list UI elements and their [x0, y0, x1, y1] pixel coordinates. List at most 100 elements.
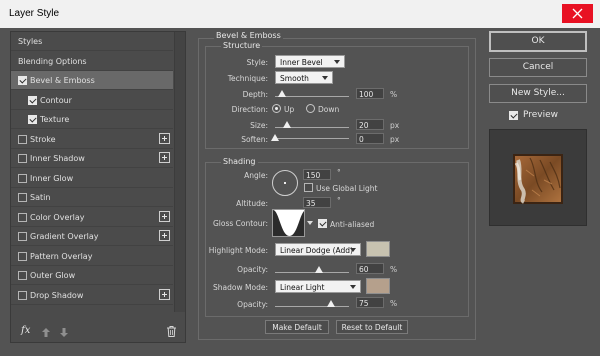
preview-checkbox[interactable]: [509, 111, 518, 120]
style-item-label: Styles: [18, 37, 43, 46]
shadow-color-swatch[interactable]: [366, 278, 390, 294]
angle-wheel[interactable]: [272, 170, 298, 196]
size-input[interactable]: 20: [356, 119, 384, 130]
style-item-pattern-overlay[interactable]: Pattern Overlay: [11, 247, 173, 266]
style-item-styles[interactable]: Styles: [11, 32, 173, 51]
style-item-label: Bevel & Emboss: [30, 76, 95, 85]
angle-input[interactable]: 150: [303, 169, 331, 180]
technique-dropdown-value: Smooth: [280, 73, 309, 83]
add-icon[interactable]: [159, 288, 170, 300]
style-item-checkbox[interactable]: [18, 251, 27, 261]
style-item-blending-options[interactable]: Blending Options: [11, 52, 173, 71]
style-item-satin[interactable]: Satin: [11, 188, 173, 207]
anti-aliased-checkbox[interactable]: [318, 219, 327, 228]
move-up-icon[interactable]: [42, 328, 50, 337]
highlight-opacity-track[interactable]: [275, 272, 349, 273]
styles-list-panel: Styles Blending Options Bevel & Emboss Cont…: [10, 31, 186, 343]
highlight-opacity-unit: %: [390, 265, 398, 274]
size-slider-thumb[interactable]: [282, 121, 291, 128]
make-default-button[interactable]: Make Default: [265, 320, 329, 334]
depth-slider-thumb[interactable]: [278, 90, 287, 97]
add-icon[interactable]: [159, 132, 170, 144]
new-style-label: New Style...: [511, 88, 565, 98]
shadow-opacity-track[interactable]: [275, 306, 349, 307]
direction-down-radio[interactable]: [306, 104, 315, 113]
ok-button[interactable]: OK: [489, 31, 587, 52]
depth-input[interactable]: 100: [356, 88, 384, 99]
soften-unit: px: [390, 135, 400, 144]
style-item-bevel-emboss[interactable]: Bevel & Emboss: [11, 71, 173, 90]
style-item-checkbox[interactable]: [18, 154, 27, 163]
style-item-stroke[interactable]: Stroke: [11, 130, 173, 149]
angle-unit: °: [337, 168, 341, 177]
shadow-mode-dropdown[interactable]: Linear Light: [275, 280, 361, 293]
technique-dropdown[interactable]: Smooth: [275, 71, 333, 84]
style-item-inner-shadow[interactable]: Inner Shadow: [11, 149, 173, 168]
shadow-mode-label: Shadow Mode:: [213, 283, 268, 292]
soften-slider-thumb[interactable]: [271, 134, 279, 141]
style-item-checkbox[interactable]: [28, 95, 37, 105]
style-preview-thumbnail: [489, 129, 587, 226]
style-item-drop-shadow[interactable]: Drop Shadow: [11, 286, 173, 305]
structure-heading: Structure: [221, 41, 263, 50]
altitude-input[interactable]: 35: [303, 197, 331, 208]
style-label: Style:: [246, 58, 268, 67]
style-item-checkbox[interactable]: [18, 76, 27, 85]
style-item-color-overlay[interactable]: Color Overlay: [11, 208, 173, 227]
move-down-icon[interactable]: [60, 328, 68, 337]
shadow-opacity-unit: %: [390, 299, 398, 308]
style-item-checkbox[interactable]: [18, 271, 27, 280]
style-item-checkbox[interactable]: [28, 115, 37, 124]
style-item-label: Blending Options: [18, 56, 87, 66]
reset-to-default-label: Reset to Default: [341, 323, 403, 332]
style-item-checkbox[interactable]: [18, 193, 27, 202]
highlight-color-swatch[interactable]: [366, 241, 390, 257]
soften-input[interactable]: 0: [356, 133, 384, 144]
add-icon[interactable]: [159, 230, 170, 241]
style-item-checkbox[interactable]: [18, 134, 27, 144]
highlight-opacity-thumb[interactable]: [315, 266, 324, 273]
trash-icon[interactable]: [167, 326, 176, 337]
style-item-inner-glow[interactable]: Inner Glow: [11, 169, 173, 188]
new-style-button[interactable]: New Style...: [489, 84, 587, 103]
add-icon[interactable]: [159, 152, 170, 163]
highlight-mode-value: Linear Dodge (Add): [280, 245, 353, 255]
styles-list-footer: fx: [11, 322, 185, 342]
style-item-checkbox[interactable]: [18, 232, 27, 241]
styles-list-scrollbar[interactable]: [174, 32, 185, 312]
highlight-opacity-input[interactable]: 60: [356, 263, 384, 274]
reset-to-default-button[interactable]: Reset to Default: [336, 320, 408, 334]
soften-slider-track[interactable]: [275, 138, 349, 139]
cancel-button[interactable]: Cancel: [489, 58, 587, 77]
gloss-contour-label: Gloss Contour:: [212, 219, 268, 228]
style-item-label: Inner Shadow: [30, 154, 85, 163]
highlight-mode-label: Highlight Mode:: [208, 246, 268, 255]
style-item-label: Gradient Overlay: [30, 232, 99, 241]
shadow-opacity-thumb[interactable]: [326, 300, 335, 307]
soften-label: Soften:: [241, 135, 268, 144]
shading-heading: Shading: [221, 157, 258, 166]
direction-down-label: Down: [318, 105, 340, 114]
style-dropdown[interactable]: Inner Bevel: [275, 55, 345, 68]
style-item-checkbox[interactable]: [18, 290, 27, 300]
style-item-checkbox[interactable]: [18, 212, 27, 222]
use-global-light-checkbox[interactable]: [304, 183, 313, 192]
depth-label: Depth:: [242, 90, 268, 99]
shadow-opacity-input[interactable]: 75: [356, 297, 384, 308]
add-icon[interactable]: [159, 210, 170, 222]
style-item-gradient-overlay[interactable]: Gradient Overlay: [11, 227, 173, 246]
style-item-outer-glow[interactable]: Outer Glow: [11, 266, 173, 285]
fx-icon[interactable]: fx: [21, 325, 30, 336]
style-item-label: Pattern Overlay: [30, 251, 93, 261]
gloss-contour-picker[interactable]: [272, 209, 305, 237]
anti-aliased-label: Anti-aliased: [330, 220, 375, 229]
style-item-label: Outer Glow: [30, 271, 76, 280]
style-item-texture[interactable]: Texture: [11, 110, 173, 129]
style-item-contour[interactable]: Contour: [11, 91, 173, 110]
close-button[interactable]: [562, 4, 593, 23]
direction-up-radio[interactable]: [272, 104, 281, 113]
style-item-label: Color Overlay: [30, 212, 85, 222]
chevron-down-icon[interactable]: [307, 221, 313, 225]
highlight-mode-dropdown[interactable]: Linear Dodge (Add): [275, 243, 361, 256]
style-item-checkbox[interactable]: [18, 173, 27, 183]
